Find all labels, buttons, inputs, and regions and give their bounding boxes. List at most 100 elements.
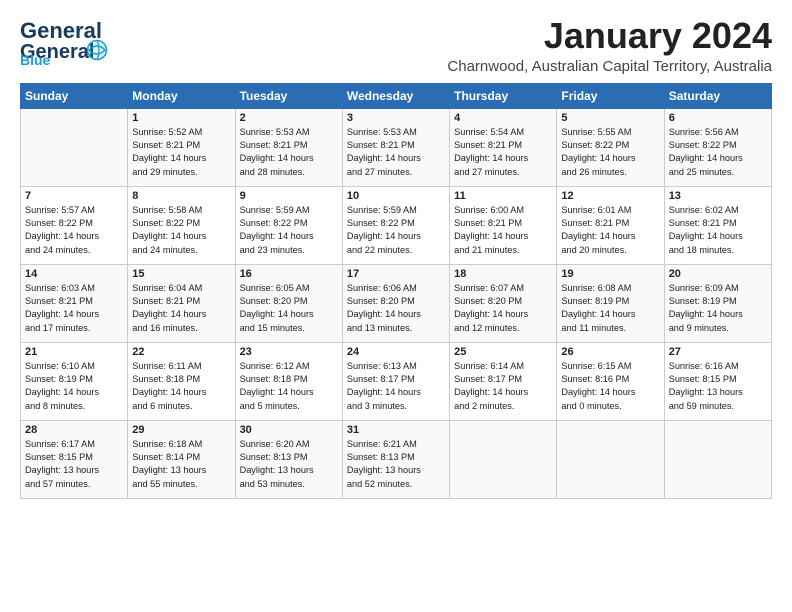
day-number: 2	[240, 112, 338, 124]
day-number: 9	[240, 190, 338, 202]
day-number: 20	[669, 268, 767, 280]
day-info: Sunrise: 6:04 AMSunset: 8:21 PMDaylight:…	[132, 282, 230, 335]
day-info: Sunrise: 6:15 AMSunset: 8:16 PMDaylight:…	[561, 360, 659, 413]
calendar-cell: 21 Sunrise: 6:10 AMSunset: 8:19 PMDayligh…	[21, 342, 128, 420]
calendar-cell: 24 Sunrise: 6:13 AMSunset: 8:17 PMDayligh…	[342, 342, 449, 420]
page: General General Blue	[0, 0, 792, 612]
day-number: 29	[132, 424, 230, 436]
calendar-cell: 7Sunrise: 5:57 AMSunset: 8:22 PMDaylight…	[21, 186, 128, 264]
month-title: January 2024	[447, 16, 772, 56]
calendar-cell	[450, 420, 557, 498]
calendar-cell: 29 Sunrise: 6:18 AMSunset: 8:14 PMDayligh…	[128, 420, 235, 498]
day-number: 26	[561, 346, 659, 358]
day-number: 5	[561, 112, 659, 124]
day-info: Sunrise: 6:10 AMSunset: 8:19 PMDaylight:…	[25, 360, 123, 413]
day-info: Sunrise: 6:21 AMSunset: 8:13 PMDaylight:…	[347, 438, 445, 491]
day-info: Sunrise: 6:20 AMSunset: 8:13 PMDaylight:…	[240, 438, 338, 491]
day-info: Sunrise: 6:02 AMSunset: 8:21 PMDaylight:…	[669, 204, 767, 257]
day-info: Sunrise: 5:59 AMSunset: 8:22 PMDaylight:…	[347, 204, 445, 257]
day-info: Sunrise: 5:53 AMSunset: 8:21 PMDaylight:…	[240, 126, 338, 179]
calendar-cell: 6Sunrise: 5:56 AMSunset: 8:22 PMDaylight…	[664, 108, 771, 186]
day-number: 18	[454, 268, 552, 280]
day-number: 27	[669, 346, 767, 358]
calendar-cell: 25 Sunrise: 6:14 AMSunset: 8:17 PMDayligh…	[450, 342, 557, 420]
day-info: Sunrise: 6:18 AMSunset: 8:14 PMDaylight:…	[132, 438, 230, 491]
logo-icon: General Blue	[20, 38, 110, 66]
calendar-cell	[557, 420, 664, 498]
day-info: Sunrise: 5:58 AMSunset: 8:22 PMDaylight:…	[132, 204, 230, 257]
day-info: Sunrise: 5:57 AMSunset: 8:22 PMDaylight:…	[25, 204, 123, 257]
day-number: 15	[132, 268, 230, 280]
calendar-cell: 9 Sunrise: 5:59 AMSunset: 8:22 PMDaylight…	[235, 186, 342, 264]
week-row-5: 28Sunrise: 6:17 AMSunset: 8:15 PMDayligh…	[21, 420, 772, 498]
day-number: 19	[561, 268, 659, 280]
calendar-cell: 28Sunrise: 6:17 AMSunset: 8:15 PMDayligh…	[21, 420, 128, 498]
day-number: 17	[347, 268, 445, 280]
day-number: 12	[561, 190, 659, 202]
calendar-cell: 3Sunrise: 5:53 AMSunset: 8:21 PMDaylight…	[342, 108, 449, 186]
day-number: 10	[347, 190, 445, 202]
day-number: 30	[240, 424, 338, 436]
calendar-table: SundayMondayTuesdayWednesdayThursdayFrid…	[20, 83, 772, 499]
day-number: 6	[669, 112, 767, 124]
day-header-wednesday: Wednesday	[342, 83, 449, 108]
calendar-cell: 5 Sunrise: 5:55 AMSunset: 8:22 PMDaylight…	[557, 108, 664, 186]
day-header-saturday: Saturday	[664, 83, 771, 108]
week-row-3: 14Sunrise: 6:03 AMSunset: 8:21 PMDayligh…	[21, 264, 772, 342]
logo: General General Blue	[20, 20, 110, 66]
day-info: Sunrise: 6:12 AMSunset: 8:18 PMDaylight:…	[240, 360, 338, 413]
day-number: 8	[132, 190, 230, 202]
day-info: Sunrise: 6:05 AMSunset: 8:20 PMDaylight:…	[240, 282, 338, 335]
day-info: Sunrise: 6:09 AMSunset: 8:19 PMDaylight:…	[669, 282, 767, 335]
calendar-cell: 26 Sunrise: 6:15 AMSunset: 8:16 PMDayligh…	[557, 342, 664, 420]
header: General General Blue	[20, 16, 772, 75]
day-number: 21	[25, 346, 123, 358]
calendar-cell: 2 Sunrise: 5:53 AMSunset: 8:21 PMDaylight…	[235, 108, 342, 186]
calendar-cell: 27Sunrise: 6:16 AMSunset: 8:15 PMDayligh…	[664, 342, 771, 420]
location-title: Charnwood, Australian Capital Territory,…	[447, 58, 772, 75]
day-header-tuesday: Tuesday	[235, 83, 342, 108]
day-info: Sunrise: 6:06 AMSunset: 8:20 PMDaylight:…	[347, 282, 445, 335]
week-row-4: 21 Sunrise: 6:10 AMSunset: 8:19 PMDayligh…	[21, 342, 772, 420]
day-info: Sunrise: 5:55 AMSunset: 8:22 PMDaylight:…	[561, 126, 659, 179]
calendar-cell: 17 Sunrise: 6:06 AMSunset: 8:20 PMDayligh…	[342, 264, 449, 342]
day-number: 25	[454, 346, 552, 358]
day-info: Sunrise: 6:14 AMSunset: 8:17 PMDaylight:…	[454, 360, 552, 413]
day-info: Sunrise: 6:08 AMSunset: 8:19 PMDaylight:…	[561, 282, 659, 335]
day-info: Sunrise: 6:01 AMSunset: 8:21 PMDaylight:…	[561, 204, 659, 257]
day-header-monday: Monday	[128, 83, 235, 108]
calendar-cell: 20 Sunrise: 6:09 AMSunset: 8:19 PMDayligh…	[664, 264, 771, 342]
calendar-cell: 11Sunrise: 6:00 AMSunset: 8:21 PMDayligh…	[450, 186, 557, 264]
calendar-cell: 14Sunrise: 6:03 AMSunset: 8:21 PMDayligh…	[21, 264, 128, 342]
day-header-sunday: Sunday	[21, 83, 128, 108]
calendar-cell: 23 Sunrise: 6:12 AMSunset: 8:18 PMDayligh…	[235, 342, 342, 420]
day-number: 24	[347, 346, 445, 358]
day-info: Sunrise: 6:13 AMSunset: 8:17 PMDaylight:…	[347, 360, 445, 413]
day-number: 3	[347, 112, 445, 124]
day-info: Sunrise: 6:00 AMSunset: 8:21 PMDaylight:…	[454, 204, 552, 257]
day-number: 16	[240, 268, 338, 280]
calendar-cell	[664, 420, 771, 498]
day-header-friday: Friday	[557, 83, 664, 108]
week-row-1: 1Sunrise: 5:52 AMSunset: 8:21 PMDaylight…	[21, 108, 772, 186]
day-header-thursday: Thursday	[450, 83, 557, 108]
day-info: Sunrise: 5:54 AMSunset: 8:21 PMDaylight:…	[454, 126, 552, 179]
calendar-cell: 19 Sunrise: 6:08 AMSunset: 8:19 PMDayligh…	[557, 264, 664, 342]
day-info: Sunrise: 5:52 AMSunset: 8:21 PMDaylight:…	[132, 126, 230, 179]
day-number: 4	[454, 112, 552, 124]
day-number: 31	[347, 424, 445, 436]
title-block: January 2024 Charnwood, Australian Capit…	[447, 16, 772, 75]
calendar-cell: 22Sunrise: 6:11 AMSunset: 8:18 PMDayligh…	[128, 342, 235, 420]
day-info: Sunrise: 6:17 AMSunset: 8:15 PMDaylight:…	[25, 438, 123, 491]
calendar-cell: 13Sunrise: 6:02 AMSunset: 8:21 PMDayligh…	[664, 186, 771, 264]
day-info: Sunrise: 5:59 AMSunset: 8:22 PMDaylight:…	[240, 204, 338, 257]
calendar-cell: 30 Sunrise: 6:20 AMSunset: 8:13 PMDayligh…	[235, 420, 342, 498]
calendar-cell: 4 Sunrise: 5:54 AMSunset: 8:21 PMDaylight…	[450, 108, 557, 186]
day-info: Sunrise: 6:11 AMSunset: 8:18 PMDaylight:…	[132, 360, 230, 413]
calendar-cell: 1Sunrise: 5:52 AMSunset: 8:21 PMDaylight…	[128, 108, 235, 186]
calendar-cell: 12 Sunrise: 6:01 AMSunset: 8:21 PMDayligh…	[557, 186, 664, 264]
calendar-cell: 10 Sunrise: 5:59 AMSunset: 8:22 PMDayligh…	[342, 186, 449, 264]
day-number: 23	[240, 346, 338, 358]
calendar-cell: 8 Sunrise: 5:58 AMSunset: 8:22 PMDaylight…	[128, 186, 235, 264]
calendar-cell: 18Sunrise: 6:07 AMSunset: 8:20 PMDayligh…	[450, 264, 557, 342]
